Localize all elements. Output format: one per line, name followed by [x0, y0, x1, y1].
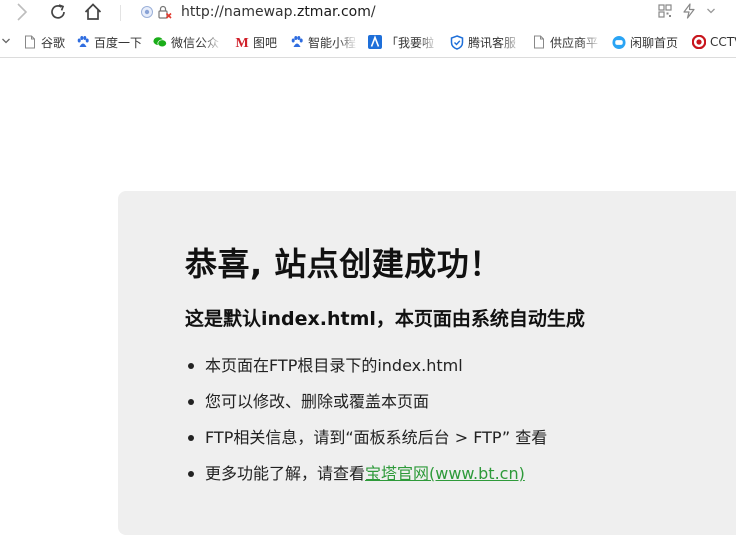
svg-text:M: M	[236, 36, 249, 49]
list-item: 本页面在FTP根目录下的index.html	[185, 354, 547, 390]
chat-bubble-icon	[612, 35, 626, 49]
bt-official-site-link[interactable]: 宝塔官网(www.bt.cn)	[365, 464, 525, 483]
address-bar-actions	[658, 3, 716, 19]
a-logo-icon	[368, 35, 382, 49]
bookmark-item[interactable]: 闲聊首页	[612, 33, 684, 51]
bookmark-label: 腾讯客服	[468, 35, 517, 50]
page-icon	[23, 35, 37, 49]
bookmark-label: 图吧	[253, 35, 278, 50]
baidu-paw-icon	[76, 35, 90, 49]
bookmark-label: 谷歌	[41, 35, 66, 50]
content-card: 恭喜, 站点创建成功！ 这是默认index.html，本页面由系统自动生成 本页…	[118, 191, 736, 535]
site-info-icon	[141, 6, 153, 18]
bookmark-item[interactable]: CCTV	[692, 33, 736, 51]
bullet-icon	[188, 363, 194, 369]
list-item-text: 本页面在FTP根目录下的index.html	[205, 356, 463, 375]
chevron-down-icon[interactable]	[706, 6, 716, 16]
address-bar-row: http://namewap.ztmar.com/	[0, 0, 736, 26]
bullet-icon	[188, 471, 194, 477]
list-item: FTP相关信息，请到“面板系统后台 > FTP” 查看	[185, 426, 547, 462]
page-icon	[532, 35, 546, 49]
home-button[interactable]	[82, 0, 104, 24]
qr-code-icon[interactable]	[658, 4, 672, 18]
home-icon	[84, 3, 102, 20]
bookmark-item[interactable]: M 图吧	[235, 33, 283, 51]
bookmark-item[interactable]: 百度一下	[76, 33, 146, 51]
list-item: 您可以修改、删除或覆盖本页面	[185, 390, 547, 426]
page-subtitle: 这是默认index.html，本页面由系统自动生成	[185, 308, 585, 330]
bookmark-item[interactable]: 腾讯客服	[450, 33, 522, 51]
bookmark-item[interactable]: 「我要啦	[368, 33, 440, 51]
url-prefix: http://namewap.	[181, 4, 297, 20]
url-field[interactable]: http://namewap.ztmar.com/	[181, 2, 376, 22]
security-indicator[interactable]	[140, 4, 173, 20]
list-item-text: FTP相关信息，请到“面板系统后台 > FTP” 查看	[205, 428, 548, 447]
bookmark-label: CCTV	[710, 35, 736, 49]
bookmark-label: 百度一下	[94, 35, 143, 50]
bookmarks-bar: 谷歌 百度一下 微信公众 M 图吧 智能小程 「我要啦 腾讯客服 供应商平 闲聊…	[0, 27, 736, 58]
bookmark-label: 智能小程	[308, 35, 357, 50]
shield-icon	[450, 34, 464, 50]
url-domain: ztmar.com	[296, 4, 371, 20]
url-suffix: /	[370, 4, 376, 20]
bookmark-label: 供应商平	[550, 35, 599, 50]
bookmarks-chevron-icon[interactable]	[1, 36, 11, 46]
forward-arrow-icon	[17, 3, 28, 21]
bookmark-label: 闲聊首页	[630, 35, 679, 50]
info-list: 本页面在FTP根目录下的index.html 您可以修改、删除或覆盖本页面 FT…	[185, 354, 547, 498]
baidu-paw-icon	[290, 35, 304, 49]
not-secure-icon	[158, 5, 172, 19]
bookmark-item[interactable]: 智能小程	[290, 33, 358, 51]
m-logo-icon: M	[235, 35, 249, 49]
bookmark-item[interactable]: 谷歌	[23, 33, 68, 51]
address-separator	[120, 5, 121, 21]
list-item-text: 您可以修改、删除或覆盖本页面	[205, 392, 430, 411]
bookmark-item[interactable]: 供应商平	[532, 33, 602, 51]
reload-icon	[51, 4, 65, 19]
lightning-icon[interactable]	[682, 3, 696, 19]
wechat-icon	[153, 35, 167, 49]
page-title: 恭喜, 站点创建成功！	[185, 245, 502, 283]
bookmark-item[interactable]: 微信公众	[153, 33, 223, 51]
list-item-text: 更多功能了解，请查看	[205, 464, 366, 483]
forward-button[interactable]	[14, 0, 30, 24]
list-item: 更多功能了解，请查看宝塔官网(www.bt.cn)	[185, 462, 547, 498]
bookmark-label: 「我要啦	[386, 35, 435, 50]
bullet-icon	[188, 399, 194, 405]
bullet-icon	[188, 435, 194, 441]
reload-button[interactable]	[47, 0, 69, 24]
cctv-logo-icon	[692, 35, 706, 49]
bookmark-label: 微信公众	[171, 35, 220, 50]
